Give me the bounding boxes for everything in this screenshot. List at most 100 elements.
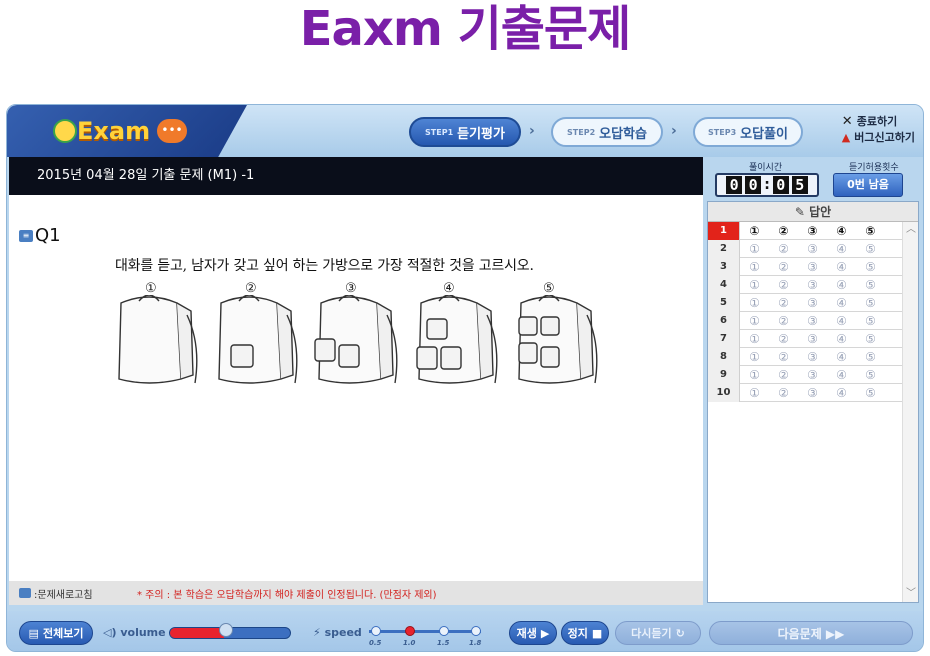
answer-choice[interactable]: ③ [798, 260, 827, 274]
stop-label: 정지 [567, 627, 588, 640]
speed-label: ⚡ speed [313, 626, 362, 639]
answer-choice[interactable]: ② [769, 242, 798, 256]
answer-choice[interactable]: ① [740, 386, 769, 400]
answer-row-number: 7 [708, 329, 740, 348]
question-number: ≡ Q1 [19, 225, 61, 246]
answer-choice[interactable]: ⑤ [856, 224, 885, 238]
answer-choice[interactable]: ④ [827, 314, 856, 328]
answer-choice[interactable]: ① [740, 278, 769, 292]
full-view-button[interactable]: ▤ 전체보기 [19, 621, 93, 645]
answer-choice[interactable]: ⑤ [856, 278, 885, 292]
answer-choice[interactable]: ⑤ [856, 332, 885, 346]
bug-report-link[interactable]: ▲ 버그신고하기 [842, 129, 915, 145]
answer-choice[interactable]: ② [769, 224, 798, 238]
chevron-right-icon: › [671, 123, 677, 139]
answer-choice[interactable]: ① [740, 224, 769, 238]
answer-choice[interactable]: ⑤ [856, 260, 885, 274]
answer-choice[interactable]: ④ [827, 260, 856, 274]
answer-choice[interactable]: ③ [798, 224, 827, 238]
logo-area: Exam ••• [7, 105, 247, 157]
answer-choice[interactable]: ① [740, 260, 769, 274]
speech-bubble-icon: ••• [157, 119, 187, 143]
volume-knob[interactable] [219, 623, 233, 637]
answer-choice[interactable]: ③ [798, 314, 827, 328]
speed-option-1.5[interactable] [439, 626, 449, 636]
stop-button[interactable]: 정지 ■ [561, 621, 609, 645]
question-text: 대화를 듣고, 남자가 갖고 싶어 하는 가방으로 가장 적절한 것을 고르시오… [115, 258, 534, 274]
answer-choice[interactable]: ⑤ [856, 242, 885, 256]
answer-choice[interactable]: ④ [827, 296, 856, 310]
answer-scrollbar[interactable]: ︿ ﹀ [902, 222, 918, 602]
answer-row: 6①②③④⑤ [708, 311, 904, 330]
volume-label: ◁) volume [103, 626, 166, 639]
answer-row-number: 6 [708, 311, 740, 330]
answer-choice[interactable]: ④ [827, 368, 856, 382]
answer-choice[interactable]: ② [769, 278, 798, 292]
backpack-icon [118, 295, 198, 384]
play-button[interactable]: 재생 ▶ [509, 621, 557, 645]
exit-link[interactable]: ✕ 종료하기 [842, 113, 915, 129]
answer-choice[interactable]: ③ [798, 278, 827, 292]
answer-choice[interactable]: ① [740, 296, 769, 310]
answer-choice[interactable]: ① [740, 368, 769, 382]
answer-choice[interactable]: ④ [827, 242, 856, 256]
answer-choice[interactable]: ① [740, 332, 769, 346]
answer-row-number: 1 [708, 221, 740, 240]
answer-row: 5①②③④⑤ [708, 293, 904, 312]
step1-label: 듣기평가 [457, 126, 505, 142]
answer-choice[interactable]: ① [740, 242, 769, 256]
answer-choice[interactable]: ③ [798, 386, 827, 400]
relisten-button[interactable]: 다시듣기 ↻ [615, 621, 701, 645]
answer-choice[interactable]: ③ [798, 368, 827, 382]
option-number: ① [145, 281, 157, 296]
answer-choice[interactable]: ② [769, 368, 798, 382]
answer-choice[interactable]: ① [740, 350, 769, 364]
pencil-icon: ✎ [794, 205, 805, 219]
answer-choice[interactable]: ⑤ [856, 314, 885, 328]
speed-option-0.5[interactable] [371, 626, 381, 636]
answer-choice[interactable]: ⑤ [856, 296, 885, 310]
answer-choice[interactable]: ① [740, 314, 769, 328]
timer-box: 풀이시간 듣기허용횟수 0 0 : 0 5 0번 남음 [705, 157, 919, 201]
player-controls: ▤ 전체보기 ◁) volume ⚡ speed 0.5 1.0 1.5 1.8… [7, 611, 923, 651]
answer-row: 7①②③④⑤ [708, 329, 904, 348]
answer-choice[interactable]: ② [769, 386, 798, 400]
timer-digit: 5 [791, 176, 808, 194]
speed-slider[interactable] [369, 630, 481, 633]
speed-option-1.0[interactable] [405, 626, 415, 636]
chevron-down-icon[interactable]: ﹀ [903, 586, 919, 602]
answer-choice[interactable]: ③ [798, 242, 827, 256]
refresh-question-button[interactable]: :문제새로고침 [19, 586, 137, 601]
step3-label: 오답풀이 [740, 126, 788, 142]
timer-label: 풀이시간 [749, 163, 783, 173]
speed-tick: 0.5 [369, 639, 382, 647]
speed-option-1.8[interactable] [471, 626, 481, 636]
stop-icon: ■ [591, 626, 603, 640]
answer-choice[interactable]: ④ [827, 350, 856, 364]
answer-choice[interactable]: ⑤ [856, 386, 885, 400]
answer-choice[interactable]: ② [769, 332, 798, 346]
answer-choice[interactable]: ④ [827, 386, 856, 400]
answer-choice[interactable]: ② [769, 314, 798, 328]
answer-choice[interactable]: ⑤ [856, 350, 885, 364]
answer-choice[interactable]: ② [769, 350, 798, 364]
page-title: Eaxm 기출문제 [299, 1, 632, 57]
step2-tab[interactable]: STEP2 오답학습 [551, 117, 663, 147]
answer-choice[interactable]: ④ [827, 332, 856, 346]
answer-choice[interactable]: ④ [827, 224, 856, 238]
answer-choice[interactable]: ⑤ [856, 368, 885, 382]
answer-choice[interactable]: ② [769, 260, 798, 274]
question-icon: ≡ [19, 229, 33, 242]
answer-title-label: 답안 [809, 205, 832, 219]
chevron-up-icon[interactable]: ︿ [903, 222, 919, 238]
next-question-button[interactable]: 다음문제 ▶▶ [709, 621, 913, 645]
answer-choice[interactable]: ④ [827, 278, 856, 292]
answer-choice[interactable]: ③ [798, 332, 827, 346]
step3-tab[interactable]: STEP3 오답풀이 [693, 117, 803, 147]
refresh-icon [19, 588, 31, 598]
answer-choice[interactable]: ② [769, 296, 798, 310]
answer-choice[interactable]: ③ [798, 350, 827, 364]
option-number: ③ [345, 281, 357, 296]
step1-tab[interactable]: STEP1 듣기평가 [409, 117, 521, 147]
answer-choice[interactable]: ③ [798, 296, 827, 310]
